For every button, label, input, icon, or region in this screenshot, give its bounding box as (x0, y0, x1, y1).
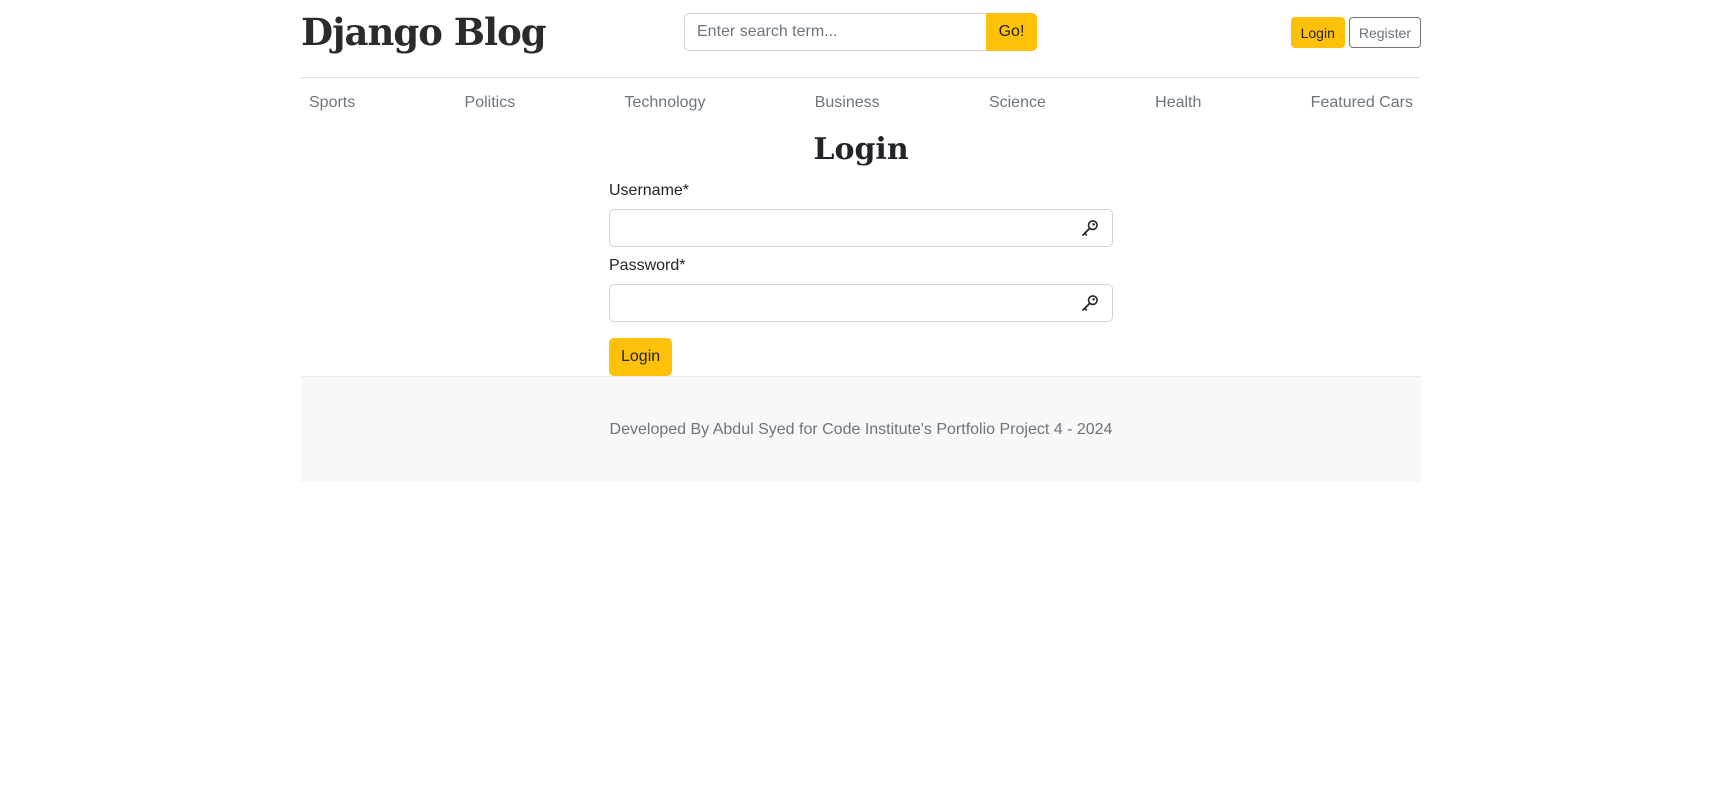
auth-buttons: Login Register (1290, 17, 1421, 48)
username-input[interactable] (609, 209, 1113, 247)
password-field-wrapper (609, 284, 1113, 322)
nav-item-politics[interactable]: Politics (465, 94, 516, 112)
nav-item-featured-cars[interactable]: Featured Cars (1311, 94, 1413, 112)
nav-item-health[interactable]: Health (1155, 94, 1201, 112)
login-section: Login Username* Password* Login (609, 128, 1113, 376)
search-button[interactable]: Go! (986, 13, 1037, 51)
login-form: Username* Password* Login (609, 182, 1113, 376)
category-nav: Sports Politics Technology Business Scie… (301, 78, 1421, 128)
nav-item-science[interactable]: Science (989, 94, 1046, 112)
search-form: Go! (684, 13, 1037, 51)
key-icon (1082, 295, 1098, 311)
search-input[interactable] (684, 13, 986, 51)
password-label: Password* (609, 257, 686, 274)
key-icon (1082, 220, 1098, 236)
nav-item-technology[interactable]: Technology (625, 94, 706, 112)
header-register-button[interactable]: Register (1348, 17, 1421, 48)
header-login-button[interactable]: Login (1290, 17, 1345, 48)
nav-item-business[interactable]: Business (815, 94, 880, 112)
site-footer: Developed By Abdul Syed for Code Institu… (301, 376, 1421, 482)
password-input[interactable] (609, 284, 1113, 322)
page-container: Django Blog Go! Login Register Sports Po… (301, 0, 1421, 482)
username-field-wrapper (609, 209, 1113, 247)
site-brand[interactable]: Django Blog (301, 10, 547, 54)
site-header: Django Blog Go! Login Register (301, 0, 1421, 78)
page-title: Login (813, 132, 909, 167)
login-submit-button[interactable]: Login (609, 338, 673, 376)
nav-item-sports[interactable]: Sports (309, 94, 355, 112)
username-label: Username* (609, 182, 690, 199)
footer-text: Developed By Abdul Syed for Code Institu… (609, 420, 1113, 438)
